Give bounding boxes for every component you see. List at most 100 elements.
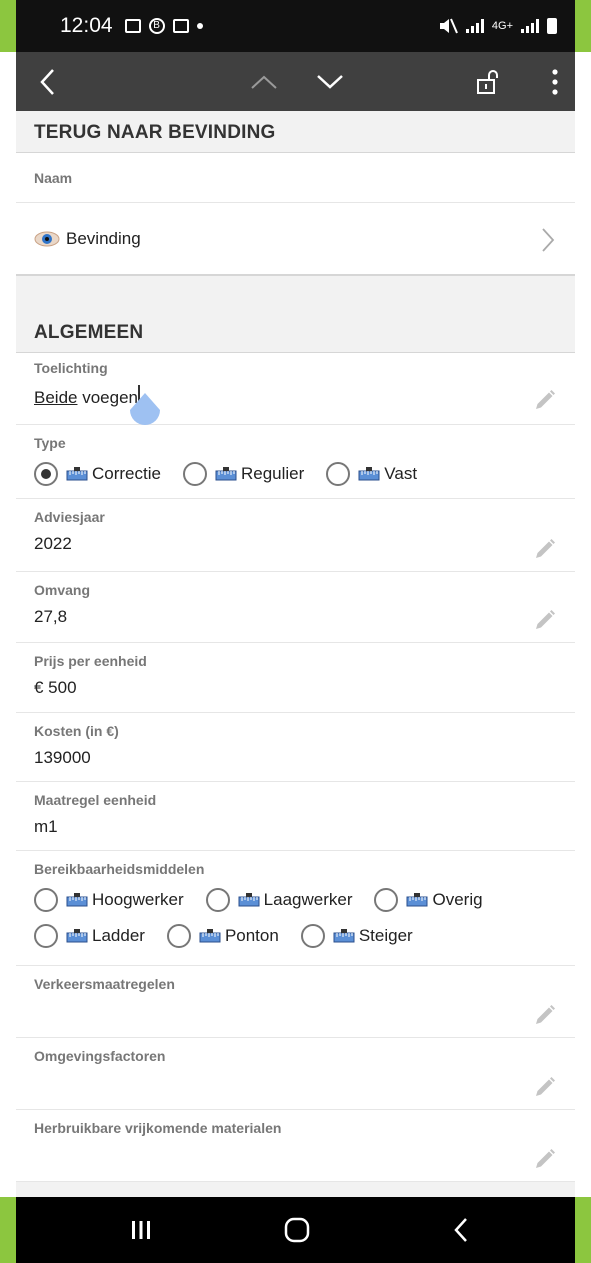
network-type: 4G+	[491, 20, 513, 32]
more-vertical-icon	[552, 68, 558, 95]
back-button[interactable]	[32, 52, 62, 111]
recent-apps-icon	[132, 1221, 150, 1239]
option-overig[interactable]: Overig	[374, 888, 483, 912]
pencil-icon[interactable]	[533, 608, 557, 632]
ruler-icon	[358, 467, 380, 481]
option-label: Steiger	[358, 926, 413, 945]
pencil-icon[interactable]	[533, 1147, 557, 1171]
ruler-icon	[66, 893, 88, 907]
name-label: Naam	[34, 169, 73, 186]
next-button[interactable]	[314, 52, 346, 111]
algemeen-title: ALGEMEEN	[34, 322, 144, 343]
ruler-icon	[238, 893, 260, 907]
unlock-button[interactable]	[474, 52, 502, 111]
name-label-row: Naam	[16, 153, 575, 203]
omvang-field[interactable]: Omvang 27,8	[16, 572, 575, 643]
b-app-icon: B	[148, 18, 165, 34]
pencil-icon[interactable]	[533, 1003, 557, 1027]
app-toolbar	[16, 52, 575, 111]
back-arrow-icon	[454, 1218, 467, 1242]
omvang-value: 27,8	[34, 607, 68, 626]
herbruik-label: Herbruikbare vrijkomende materialen	[34, 1120, 282, 1136]
status-bar: 12:04 B 4G+	[16, 0, 575, 52]
option-ladder[interactable]: Ladder	[34, 924, 145, 948]
type-option-label: Vast	[384, 464, 418, 483]
algemeen-section-header: ALGEMEEN	[16, 275, 575, 353]
type-field: Type Correctie Regulier Vast	[16, 425, 575, 499]
accent-bar-right-bottom	[575, 1197, 591, 1263]
bereikbaarheid-label: Bereikbaarheidsmiddelen	[34, 861, 205, 877]
maatregel-label: Maatregel eenheid	[34, 792, 157, 808]
cursor-handle-icon[interactable]	[130, 393, 160, 425]
omvang-label: Omvang	[34, 582, 91, 598]
omgeving-field[interactable]: Omgevingsfactoren	[16, 1038, 575, 1110]
bereikbaarheid-field: Bereikbaarheidsmiddelen Hoogwerker Laagw…	[16, 851, 575, 966]
bevinding-link[interactable]: Bevinding	[16, 203, 575, 275]
battery-icon	[547, 18, 557, 34]
type-option-label: Correctie	[92, 464, 161, 483]
kosten-field: Kosten (in €) 139000	[16, 713, 575, 782]
toelichting-value[interactable]: Beide voegen	[34, 376, 557, 408]
radio-checked-icon	[34, 462, 58, 486]
option-label: Overig	[432, 890, 483, 909]
maatregel-field: Maatregel eenheid m1	[16, 782, 575, 851]
previous-button[interactable]	[248, 52, 280, 111]
toelichting-label: Toelichting	[34, 360, 108, 376]
herbruik-field[interactable]: Herbruikbare vrijkomende materialen	[16, 1110, 575, 1182]
radio-unchecked-icon	[34, 888, 58, 912]
accent-bar-left-top	[0, 0, 16, 52]
pencil-icon[interactable]	[533, 1075, 557, 1099]
prijs-label: Prijs per eenheid	[34, 653, 147, 669]
radio-unchecked-icon	[374, 888, 399, 912]
toelichting-word-1: Beide	[34, 388, 78, 407]
chevron-down-icon	[317, 74, 343, 89]
option-steiger[interactable]: Steiger	[300, 924, 413, 948]
verkeer-field[interactable]: Verkeersmaatregelen	[16, 966, 575, 1038]
radio-unchecked-icon	[326, 462, 351, 486]
maatregel-value: m1	[34, 817, 58, 836]
toelichting-field[interactable]: Toelichting Beide voegen	[16, 353, 575, 425]
option-label: Laagwerker	[263, 890, 353, 909]
radio-unchecked-icon	[300, 924, 325, 948]
type-label: Type	[34, 435, 66, 451]
pencil-icon[interactable]	[533, 537, 557, 561]
type-option-regulier[interactable]: Regulier	[182, 462, 305, 486]
type-option-correctie[interactable]: Correctie	[34, 462, 161, 486]
unlock-icon	[477, 69, 498, 94]
option-label: Ponton	[224, 926, 279, 945]
radio-unchecked-icon	[205, 888, 230, 912]
type-option-vast[interactable]: Vast	[326, 462, 417, 486]
signal-icon-2	[521, 19, 539, 33]
ruler-icon	[66, 929, 88, 943]
option-ponton[interactable]: Ponton	[166, 924, 279, 948]
youtube-icon	[172, 19, 189, 33]
chevron-right-icon	[542, 228, 555, 252]
back-section-header[interactable]: TERUG NAAR BEVINDING	[16, 111, 575, 153]
back-nav-button[interactable]	[436, 1197, 486, 1263]
kosten-value: 139000	[34, 748, 91, 767]
home-icon	[284, 1217, 310, 1243]
option-laagwerker[interactable]: Laagwerker	[205, 888, 353, 912]
home-button[interactable]	[272, 1197, 322, 1263]
option-label: Hoogwerker	[92, 890, 184, 909]
type-option-label: Regulier	[240, 464, 305, 483]
toelichting-word-2: voegen	[77, 388, 138, 407]
back-section-title: TERUG NAAR BEVINDING	[34, 122, 276, 143]
option-hoogwerker[interactable]: Hoogwerker	[34, 888, 184, 912]
system-nav-bar	[16, 1197, 575, 1263]
chevron-up-icon	[251, 75, 277, 89]
kosten-label: Kosten (in €)	[34, 723, 119, 739]
radio-unchecked-icon	[166, 924, 191, 948]
more-menu-button[interactable]	[548, 52, 562, 111]
radio-unchecked-icon	[34, 924, 58, 948]
status-time: 12:04	[60, 14, 113, 37]
adviesjaar-field[interactable]: Adviesjaar 2022	[16, 499, 575, 572]
gallery-icon	[124, 19, 141, 33]
adviesjaar-label: Adviesjaar	[34, 509, 105, 525]
bevinding-name: Bevinding	[66, 228, 141, 248]
recent-apps-button[interactable]	[116, 1197, 166, 1263]
pencil-icon[interactable]	[533, 388, 557, 412]
ruler-icon	[406, 893, 428, 907]
ruler-icon	[333, 929, 355, 943]
option-label: Ladder	[92, 926, 145, 945]
